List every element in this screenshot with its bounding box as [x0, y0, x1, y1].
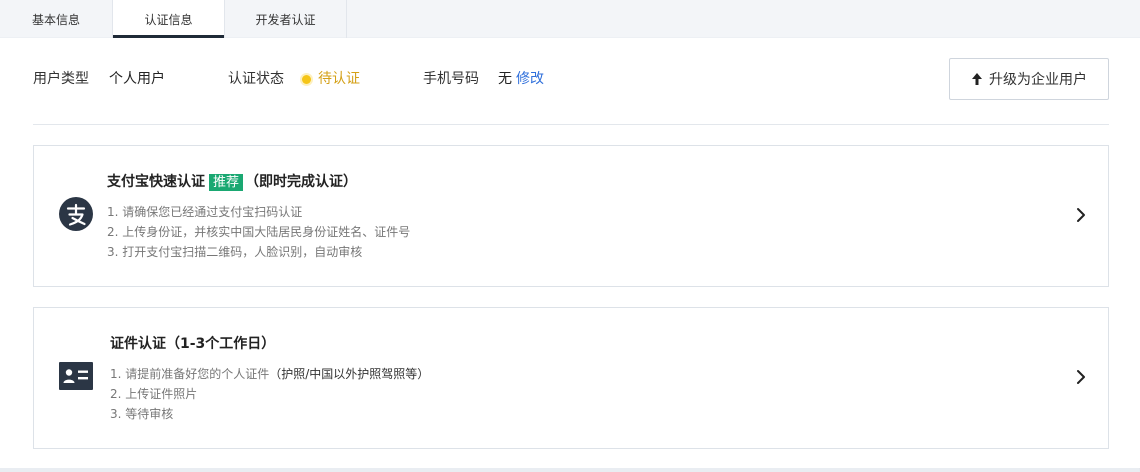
step-text: 1. 请提前准备好您的个人证件	[110, 367, 270, 381]
divider	[33, 124, 1109, 125]
tab-certification-info[interactable]: 认证信息	[113, 0, 225, 38]
id-card-icon	[59, 362, 93, 390]
upgrade-button-label: 升级为企业用户	[989, 72, 1087, 88]
status-label: 认证状态	[228, 71, 284, 87]
alipay-title-text: 支付宝快速认证	[107, 174, 205, 190]
alipay-steps: 1. 请确保您已经通过支付宝扫码认证 2. 上传身份证，并核实中国大陆居民身份证…	[107, 202, 410, 262]
arrow-up-icon	[972, 73, 982, 85]
document-steps: 1. 请提前准备好您的个人证件（护照/中国以外护照驾照等） 2. 上传证件照片 …	[110, 364, 429, 424]
step-item: 3. 打开支付宝扫描二维码，人脸识别，自动审核	[107, 245, 363, 259]
phone-label: 手机号码	[423, 71, 479, 87]
status-value: 待认证	[318, 71, 360, 87]
user-type-value: 个人用户	[109, 71, 165, 87]
alipay-icon	[59, 197, 93, 231]
account-info-row: 用户类型 个人用户 认证状态 待认证 手机号码 无 修改	[33, 38, 1109, 120]
chevron-right-icon	[1077, 370, 1085, 384]
tab-label: 开发者认证	[255, 12, 316, 27]
document-title-text: 证件认证（1-3个工作日）	[110, 336, 276, 352]
alipay-title-suffix: （即时完成认证）	[245, 174, 358, 190]
tab-basic-info[interactable]: 基本信息	[0, 0, 113, 38]
document-types-hint: （护照/中国以外护照驾照等）	[269, 367, 430, 381]
step-item: 3. 等待审核	[110, 407, 174, 421]
status-dot-icon	[302, 75, 311, 84]
tab-developer-certification[interactable]: 开发者认证	[225, 0, 347, 38]
edit-phone-link[interactable]: 修改	[516, 71, 544, 87]
document-certification-card[interactable]: 证件认证（1-3个工作日） 1. 请提前准备好您的个人证件（护照/中国以外护照驾…	[33, 307, 1109, 449]
upgrade-enterprise-button[interactable]: 升级为企业用户	[949, 58, 1109, 100]
tab-bar: 基本信息 认证信息 开发者认证	[0, 0, 1140, 38]
recommended-badge: 推荐	[209, 173, 244, 191]
alipay-certification-card[interactable]: 支付宝快速认证 推荐 （即时完成认证） 1. 请确保您已经通过支付宝扫码认证 2…	[33, 145, 1109, 287]
step-item: 2. 上传证件照片	[110, 387, 198, 401]
step-item: 1. 请提前准备好您的个人证件（护照/中国以外护照驾照等）	[110, 364, 429, 384]
main-content: 用户类型 个人用户 认证状态 待认证 手机号码 无 修改 升级为企业用户 支付宝…	[0, 38, 1140, 468]
page-frame: 基本信息 认证信息 开发者认证 用户类型 个人用户 认证状态 待认证 手机号码 …	[0, 0, 1140, 472]
document-card-title: 证件认证（1-3个工作日）	[110, 335, 275, 353]
user-type-label: 用户类型	[33, 71, 89, 87]
alipay-card-title: 支付宝快速认证 推荐 （即时完成认证）	[107, 173, 357, 191]
phone-value: 无	[498, 71, 512, 87]
step-item: 1. 请确保您已经通过支付宝扫码认证	[107, 205, 303, 219]
chevron-right-icon	[1077, 208, 1085, 222]
tab-label: 基本信息	[31, 12, 80, 27]
step-item: 2. 上传身份证，并核实中国大陆居民身份证姓名、证件号	[107, 225, 411, 239]
tab-label: 认证信息	[144, 12, 193, 27]
